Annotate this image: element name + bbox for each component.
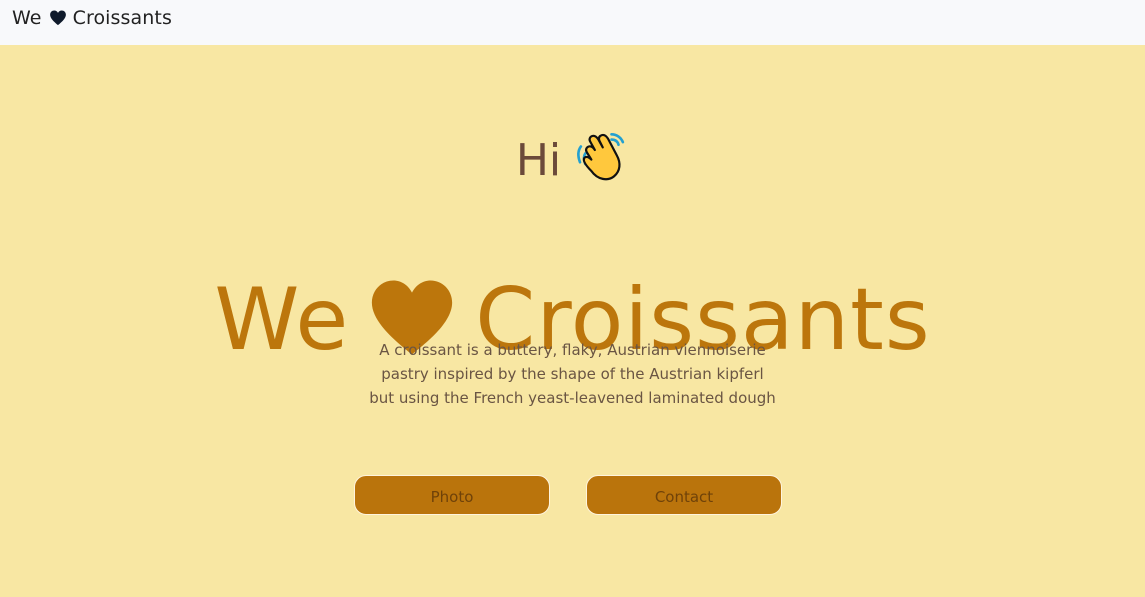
description-line: A croissant is a buttery, flaky, Austria… xyxy=(379,341,766,359)
heart-icon xyxy=(49,9,67,27)
description-line: pastry inspired by the shape of the Aust… xyxy=(381,365,764,383)
brand-link[interactable]: We Croissants xyxy=(12,6,172,30)
brand-text-after: Croissants xyxy=(72,7,172,29)
hero-section: Hi We Croissants A croissant is a buttery… xyxy=(0,45,1145,597)
navbar: We Croissants xyxy=(0,0,1145,45)
description: A croissant is a buttery, flaky, Austria… xyxy=(0,338,1145,410)
greeting-text: Hi xyxy=(515,135,562,186)
contact-button[interactable]: Contact xyxy=(586,475,782,515)
waving-hand-icon xyxy=(573,129,629,185)
description-line: but using the French yeast-leavened lami… xyxy=(369,389,776,407)
photo-button[interactable]: Photo xyxy=(354,475,550,515)
greeting: Hi xyxy=(0,129,1145,191)
brand-text-before: We xyxy=(12,7,42,29)
